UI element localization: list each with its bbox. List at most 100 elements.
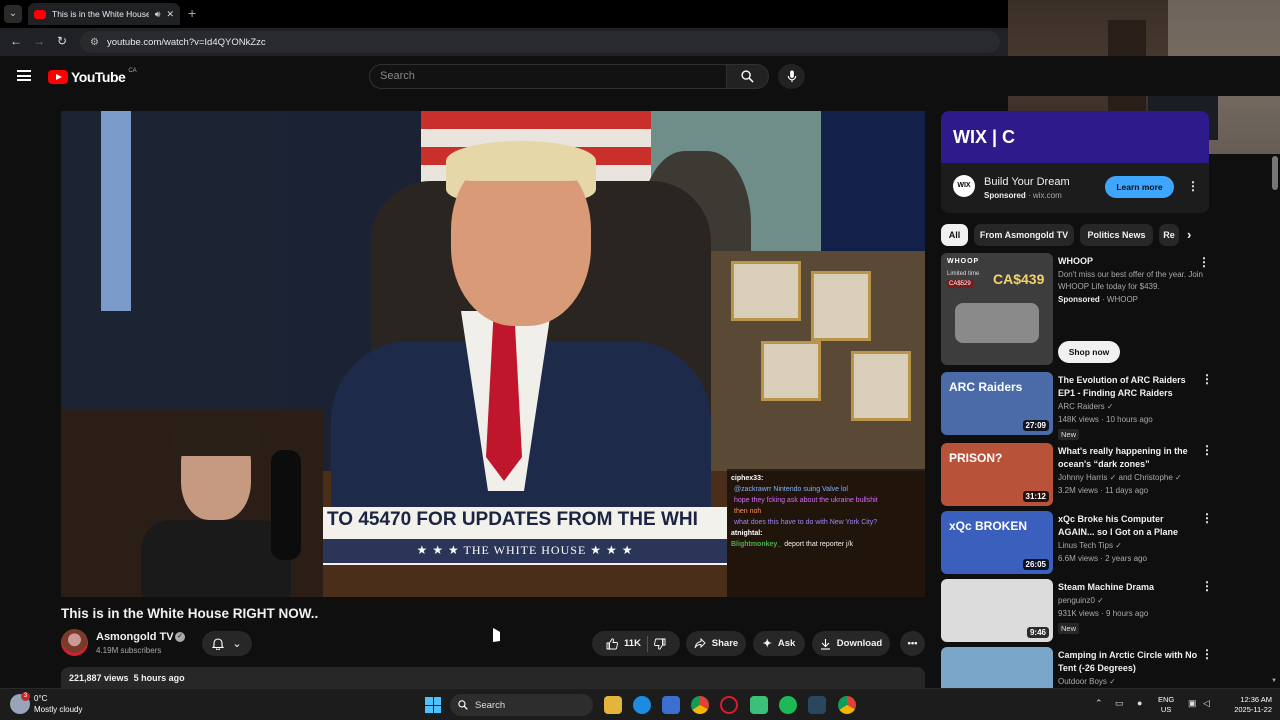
recommended-video[interactable]: 9:46 Steam Machine Drama penguinz0 ✓ 931K v… bbox=[941, 579, 1213, 643]
download-button[interactable]: Download bbox=[812, 631, 890, 656]
recommended-more-icon[interactable]: ⋮ bbox=[1201, 647, 1213, 661]
thumbnail-text: ARC Raiders bbox=[949, 380, 1023, 394]
back-arrow-icon[interactable]: ← bbox=[10, 34, 22, 48]
learn-more-button[interactable]: Learn more bbox=[1105, 176, 1174, 198]
thumbnail-text: xQc BROKEN bbox=[949, 519, 1028, 533]
chip-politics-news[interactable]: Politics News bbox=[1080, 224, 1153, 246]
promo-more-icon[interactable]: ⋮ bbox=[1198, 255, 1210, 269]
language-indicator[interactable]: ENG US bbox=[1158, 695, 1174, 715]
spotify-icon[interactable] bbox=[779, 696, 797, 714]
scrollbar[interactable] bbox=[1270, 154, 1280, 688]
chevron-up-icon[interactable]: ⌃ bbox=[1095, 698, 1103, 709]
ad-logo: WIX bbox=[953, 175, 975, 197]
edge-icon[interactable] bbox=[633, 696, 651, 714]
system-clock[interactable]: 12:36 AM 2025-11-22 bbox=[1218, 695, 1272, 715]
mic-icon bbox=[787, 70, 796, 83]
chip-more[interactable]: Re bbox=[1159, 224, 1179, 246]
menu-icon[interactable] bbox=[17, 70, 31, 81]
recommended-video[interactable]: PRISON? 31:12 What's really happening in t… bbox=[941, 443, 1213, 507]
chip-all[interactable]: All bbox=[941, 224, 968, 246]
search-input[interactable]: Search bbox=[369, 64, 727, 89]
sponsored-ad-card[interactable]: WIX | C WIX Build Your Dream Sponsored ·… bbox=[941, 111, 1209, 213]
recommended-more-icon[interactable]: ⋮ bbox=[1201, 443, 1213, 457]
recommended-video[interactable]: xQc BROKEN 26:05 xQc Broke his Computer AG… bbox=[941, 511, 1213, 575]
recommended-channel[interactable]: ARC Raiders ✓ bbox=[1058, 402, 1114, 411]
chat-message: atnightal: bbox=[731, 528, 921, 539]
bell-icon bbox=[212, 638, 225, 650]
youtube-header: YouTube CA Search bbox=[0, 56, 1280, 96]
subscription-bell-button[interactable]: ⌄ bbox=[202, 631, 252, 656]
url-field[interactable]: ⚙︎ youtube.com/watch?v=Id4QYONkZzc bbox=[80, 31, 1000, 53]
channel-avatar[interactable] bbox=[61, 629, 88, 656]
video-photo-frame bbox=[731, 261, 801, 321]
reload-icon[interactable]: ↻ bbox=[57, 34, 67, 48]
chevron-right-icon[interactable]: › bbox=[1187, 227, 1191, 242]
recommended-more-icon[interactable]: ⋮ bbox=[1201, 511, 1213, 525]
channel-name[interactable]: Asmongold TV bbox=[96, 631, 174, 643]
recommended-channel[interactable]: Outdoor Boys ✓ bbox=[1058, 677, 1116, 686]
recommended-more-icon[interactable]: ⋮ bbox=[1201, 372, 1213, 386]
ad-more-icon[interactable]: ⋮ bbox=[1187, 179, 1199, 193]
start-button[interactable] bbox=[425, 697, 441, 713]
recommended-channel[interactable]: Linus Tech Tips ✓ bbox=[1058, 541, 1122, 550]
microphone-tray-icon[interactable]: ● bbox=[1137, 698, 1142, 708]
video-thumbnail[interactable]: 9:46 bbox=[941, 579, 1053, 642]
recommended-title[interactable]: Camping in Arctic Circle with No Tent (-… bbox=[1058, 649, 1198, 674]
like-count[interactable]: 11K bbox=[624, 638, 641, 649]
search-button[interactable] bbox=[727, 64, 769, 89]
recommended-title[interactable]: xQc Broke his Computer AGAIN... so I Got… bbox=[1058, 513, 1198, 538]
video-photo-frame bbox=[761, 341, 821, 401]
video-player[interactable]: TO 45470 FOR UPDATES FROM THE WHI ★ ★ ★ … bbox=[61, 111, 925, 597]
thumb-up-icon[interactable] bbox=[606, 637, 618, 650]
opera-icon[interactable] bbox=[720, 696, 738, 714]
recommended-more-icon[interactable]: ⋮ bbox=[1201, 579, 1213, 593]
recommended-title[interactable]: The Evolution of ARC Raiders EP1 - Findi… bbox=[1058, 374, 1198, 399]
store-icon[interactable] bbox=[662, 696, 680, 714]
site-info-icon[interactable]: ⚙︎ bbox=[90, 37, 99, 48]
chrome-icon[interactable] bbox=[691, 696, 709, 714]
weather-temp[interactable]: 0°C bbox=[34, 694, 47, 703]
scroll-down-icon[interactable]: ▼ bbox=[1271, 678, 1277, 684]
new-tab-button[interactable]: + bbox=[188, 5, 196, 21]
tray-app-icon[interactable]: ▭ bbox=[1115, 698, 1124, 709]
promoted-item[interactable]: WHOOP Limited time CA$529 CA$439 WHOOP D… bbox=[941, 253, 1210, 365]
app-icon[interactable] bbox=[750, 696, 768, 714]
browser-tab[interactable]: This is in the White House RIGHT NOW.. 🔊… bbox=[28, 3, 180, 25]
network-icon[interactable]: ▣ bbox=[1188, 698, 1197, 709]
recommended-channel[interactable]: penguinz0 ✓ bbox=[1058, 596, 1104, 605]
recommended-title[interactable]: What's really happening in the ocean's “… bbox=[1058, 445, 1198, 470]
video-thumbnail[interactable]: PRISON? 31:12 bbox=[941, 443, 1053, 506]
scrollbar-thumb[interactable] bbox=[1272, 156, 1278, 190]
recommended-video[interactable]: ARC Raiders 27:09 The Evolution of ARC Rai… bbox=[941, 372, 1213, 440]
file-explorer-icon[interactable] bbox=[604, 696, 622, 714]
close-tab-icon[interactable]: ✕ bbox=[166, 9, 174, 20]
volume-icon[interactable]: ◁ bbox=[1203, 698, 1210, 709]
chat-message: what does this have to do with New York … bbox=[731, 517, 921, 528]
taskbar-search[interactable]: Search bbox=[450, 694, 593, 716]
share-button[interactable]: Share bbox=[686, 631, 746, 656]
chat-username: Blightmonkey_ bbox=[731, 541, 782, 548]
recommended-title[interactable]: Steam Machine Drama bbox=[1058, 581, 1198, 594]
ad-title: Build Your Dream bbox=[984, 176, 1070, 188]
video-thumbnail[interactable]: ARC Raiders 27:09 bbox=[941, 372, 1053, 435]
chip-from-asmongold[interactable]: From Asmongold TV bbox=[974, 224, 1074, 246]
recommended-channel[interactable]: Johnny Harris ✓ and Christophe ✓ bbox=[1058, 473, 1182, 482]
address-bar-row: ← → ↻ ⚙︎ youtube.com/watch?v=Id4QYONkZzc bbox=[0, 28, 1008, 56]
youtube-logo[interactable]: YouTube CA bbox=[48, 68, 137, 85]
video-duration: 27:09 bbox=[1022, 420, 1049, 431]
video-thumbnail[interactable]: xQc BROKEN 26:05 bbox=[941, 511, 1053, 574]
voice-search-button[interactable] bbox=[778, 64, 805, 89]
forward-arrow-icon[interactable]: → bbox=[33, 34, 45, 48]
chat-text: then noh bbox=[734, 508, 762, 515]
thumb-down-icon[interactable] bbox=[654, 638, 666, 650]
weather-condition[interactable]: Mostly cloudy bbox=[34, 705, 82, 714]
tab-search-chevron-down-icon[interactable]: ⌄ bbox=[4, 5, 22, 23]
ask-button[interactable]: ✦ Ask bbox=[753, 631, 805, 656]
channel-collab-text: and Christophe bbox=[1118, 473, 1173, 482]
speaker-icon[interactable]: 🔊︎ bbox=[155, 9, 161, 20]
chrome-alt-icon[interactable] bbox=[838, 696, 856, 714]
shop-now-button[interactable]: Shop now bbox=[1058, 341, 1120, 363]
promo-description: Don't miss our best offer of the year. J… bbox=[1058, 270, 1204, 291]
more-actions-button[interactable]: ••• bbox=[900, 631, 925, 656]
steam-icon[interactable] bbox=[808, 696, 826, 714]
